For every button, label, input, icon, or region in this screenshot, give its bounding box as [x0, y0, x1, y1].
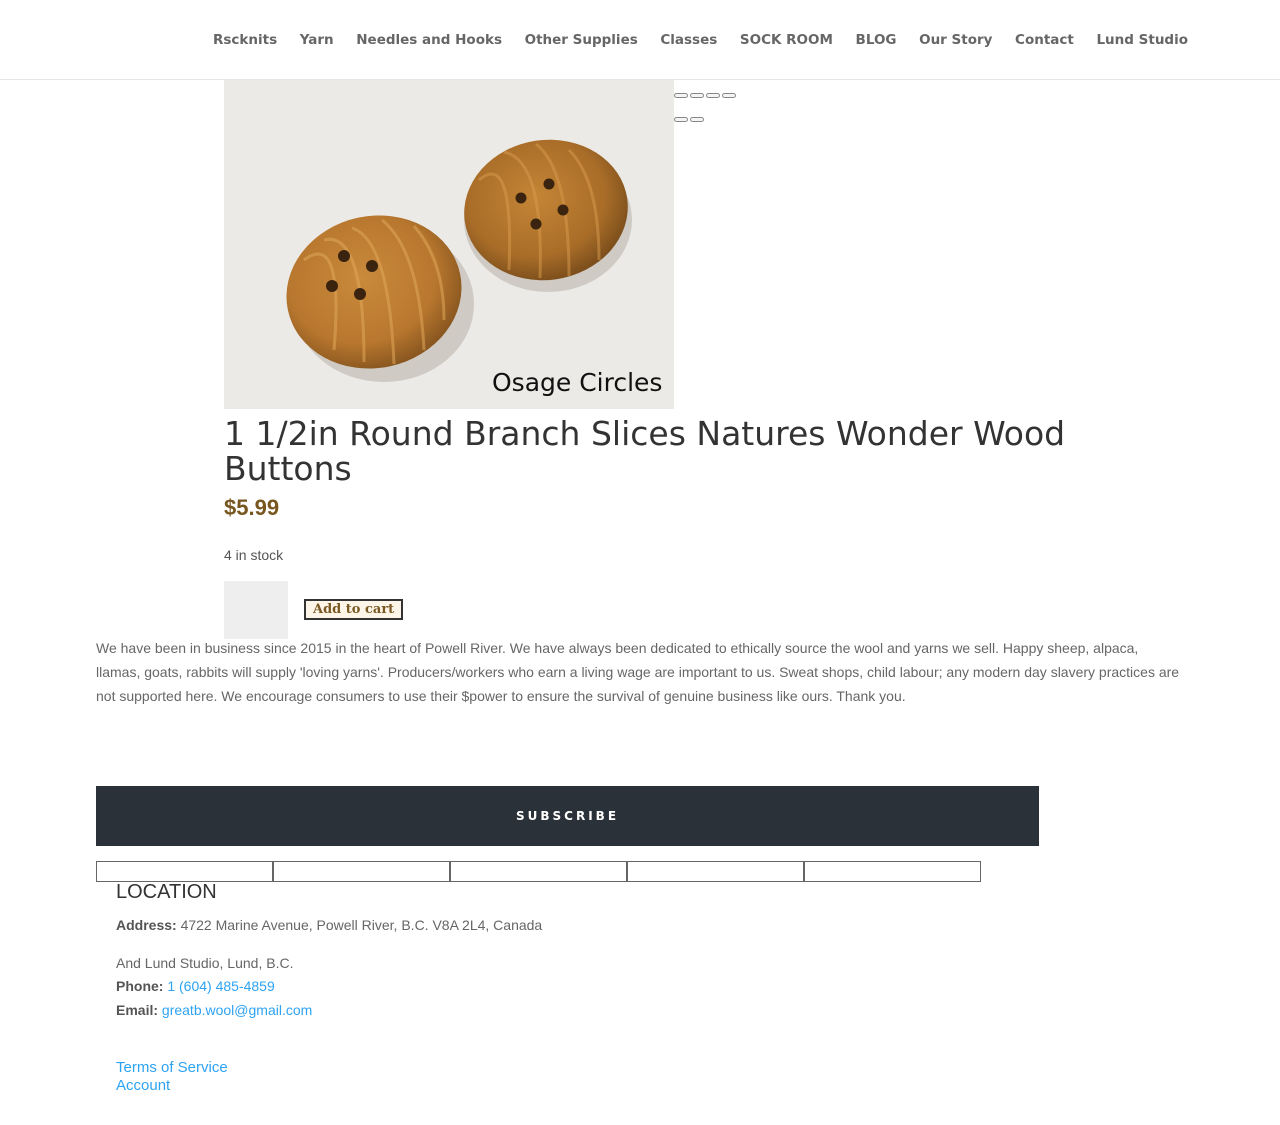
nav-menu: Rscknits Yarn Needles and Hooks Other Su…	[213, 32, 1211, 48]
phone-line: Phone: 1 (604) 485-4859	[116, 978, 275, 994]
product-title: 1 1/2in Round Branch Slices Natures Wond…	[224, 414, 1066, 488]
nav-item-lund-studio[interactable]: Lund Studio	[1096, 32, 1188, 48]
gallery-thumb-5[interactable]	[674, 117, 688, 122]
wood-buttons-photo	[224, 80, 674, 409]
nav-item-needles-and-hooks[interactable]: Needles and Hooks	[356, 32, 502, 48]
terms-of-service-link[interactable]: Terms of Service	[116, 1059, 228, 1076]
email-link[interactable]: greatb.wool@gmail.com	[162, 1002, 312, 1018]
email-line: Email: greatb.wool@gmail.com	[116, 1002, 312, 1018]
nav-item-sock-room[interactable]: SOCK ROOM	[740, 32, 833, 48]
address-value: 4722 Marine Avenue, Powell River, B.C. V…	[180, 917, 543, 933]
about-text: We have been in business since 2015 in t…	[96, 640, 1180, 704]
gallery-thumb-1[interactable]	[674, 93, 688, 98]
product-image[interactable]: Osage Circles	[224, 80, 674, 409]
footer-tab-5[interactable]	[804, 861, 981, 882]
lund-studio-line: And Lund Studio, Lund, B.C.	[116, 955, 294, 971]
nav-item-other-supplies[interactable]: Other Supplies	[525, 32, 638, 48]
gallery-thumb-3[interactable]	[706, 93, 720, 98]
image-caption: Osage Circles	[492, 368, 663, 397]
gallery-thumb-2[interactable]	[690, 93, 704, 98]
nav-item-classes[interactable]: Classes	[660, 32, 717, 48]
add-to-cart-button[interactable]: Add to cart	[304, 599, 404, 620]
product-price: $5.99	[224, 495, 280, 520]
quantity-input[interactable]	[224, 581, 288, 639]
footer-tab-3[interactable]	[450, 861, 627, 882]
footer-tabs	[96, 861, 981, 882]
subscribe-label: SUBSCRIBE	[515, 809, 620, 823]
address-line: Address: 4722 Marine Avenue, Powell Rive…	[116, 917, 542, 933]
nav-item-rscknits[interactable]: Rscknits	[213, 32, 277, 48]
gallery-thumb-4[interactable]	[722, 93, 736, 98]
gallery-thumb-6[interactable]	[690, 117, 704, 122]
nav-item-yarn[interactable]: Yarn	[300, 32, 334, 48]
subscribe-button[interactable]: SUBSCRIBE	[96, 786, 1039, 846]
footer-tab-2[interactable]	[273, 861, 450, 882]
phone-link[interactable]: 1 (604) 485-4859	[167, 978, 274, 994]
nav-item-contact[interactable]: Contact	[1015, 32, 1074, 48]
main-navigation: Rscknits Yarn Needles and Hooks Other Su…	[0, 0, 1280, 80]
address-label: Address:	[116, 917, 177, 933]
location-heading: LOCATION	[116, 881, 217, 903]
phone-label: Phone:	[116, 978, 164, 994]
nav-item-blog[interactable]: BLOG	[856, 32, 897, 48]
account-link[interactable]: Account	[116, 1077, 170, 1094]
footer-tab-4[interactable]	[627, 861, 804, 882]
email-label: Email:	[116, 1002, 159, 1018]
stock-status: 4 in stock	[224, 547, 284, 563]
nav-item-our-story[interactable]: Our Story	[919, 32, 992, 48]
footer-tab-1[interactable]	[96, 861, 273, 882]
